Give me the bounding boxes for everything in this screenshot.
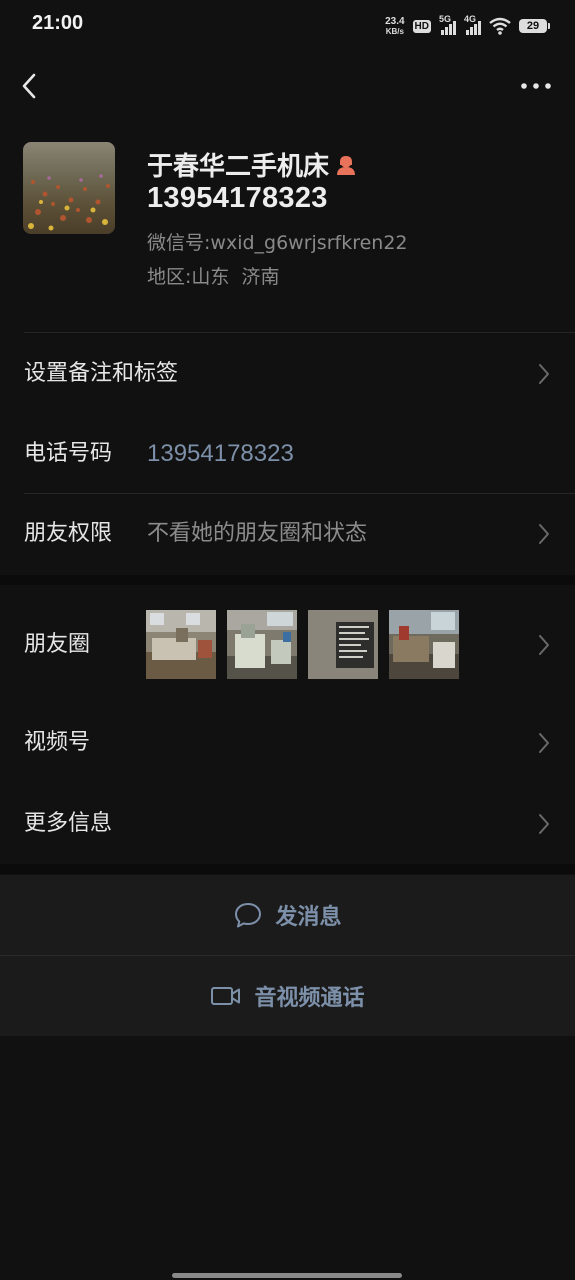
signal-4g-tag: 4G	[464, 14, 477, 24]
signal-5g-icon: 5G	[439, 14, 456, 35]
region-line: 地区:山东 济南	[147, 262, 280, 289]
home-indicator[interactable]	[172, 1273, 402, 1278]
row-label-remarks: 设置备注和标签	[24, 361, 179, 386]
row-phone[interactable]: 电话号码 13954178323	[0, 414, 575, 494]
net-speed-value: 23.4	[385, 15, 405, 27]
wechat-id-line: 微信号:wxid_g6wrjsrfkren22	[147, 228, 408, 255]
chevron-right-icon	[539, 814, 549, 834]
moments-photo[interactable]	[389, 610, 459, 679]
region-label: 地区:	[147, 266, 192, 288]
wifi-icon	[489, 17, 511, 35]
status-icons: 23.4 KB/s HD 5G 4G 29	[385, 14, 550, 38]
section-gap	[0, 864, 575, 874]
status-bar: 21:00 23.4 KB/s HD 5G 4G 29	[0, 0, 575, 52]
moments-photo[interactable]	[308, 610, 378, 679]
row-label-channels: 视频号	[24, 730, 91, 755]
moments-photos[interactable]	[146, 610, 459, 679]
name-line: 于春华二手机床	[147, 146, 357, 183]
send-message-button[interactable]: 发消息	[0, 875, 575, 955]
row-channels[interactable]: 视频号	[0, 703, 575, 783]
nav-bar	[0, 60, 575, 112]
row-label-moments: 朋友圈	[24, 632, 91, 657]
video-call-label: 音视频通话	[254, 986, 365, 1011]
avatar[interactable]	[23, 142, 115, 234]
phone-number-link[interactable]: 13954178323	[147, 414, 294, 494]
chevron-right-icon	[539, 733, 549, 753]
wechat-id-label: 微信号:	[147, 232, 211, 254]
row-more-info[interactable]: 更多信息	[0, 784, 575, 864]
video-camera-icon	[211, 987, 241, 1005]
divider	[24, 332, 575, 333]
region-value: 山东 济南	[191, 266, 280, 288]
status-time: 21:00	[32, 12, 84, 34]
section-gap	[0, 575, 575, 585]
chevron-right-icon	[539, 524, 549, 544]
chevron-right-icon	[539, 364, 549, 384]
hd-icon: HD	[412, 19, 431, 33]
row-label-more-info: 更多信息	[24, 811, 113, 836]
net-speed: 23.4 KB/s	[385, 15, 405, 36]
send-message-label: 发消息	[275, 905, 342, 930]
contact-name: 于春华二手机床	[147, 152, 330, 182]
row-friend-permissions[interactable]: 朋友权限 不看她的朋友圈和状态	[0, 494, 575, 574]
permission-value: 不看她的朋友圈和状态	[147, 521, 368, 546]
contact-nickname: 13954178323	[147, 182, 328, 214]
moments-photo[interactable]	[227, 610, 297, 679]
back-arrow-icon[interactable]	[16, 70, 46, 102]
row-set-remarks[interactable]: 设置备注和标签	[0, 334, 575, 414]
female-icon	[337, 155, 356, 175]
more-dots-icon[interactable]	[519, 74, 553, 98]
signal-4g-icon: 4G	[464, 14, 481, 35]
net-speed-unit: KB/s	[385, 26, 404, 36]
wechat-id: wxid_g6wrjsrfkren22	[210, 232, 408, 254]
battery-icon: 29	[519, 19, 550, 33]
video-call-button[interactable]: 音视频通话	[0, 956, 575, 1036]
chat-bubble-icon	[235, 903, 262, 928]
row-label-permissions: 朋友权限	[24, 521, 113, 546]
signal-5g-tag: 5G	[439, 14, 452, 24]
chevron-right-icon	[539, 635, 549, 655]
moments-photo[interactable]	[146, 610, 216, 679]
row-label-phone: 电话号码	[24, 441, 113, 466]
profile-header: 于春华二手机床 13954178323 微信号:wxid_g6wrjsrfkre…	[0, 142, 575, 332]
